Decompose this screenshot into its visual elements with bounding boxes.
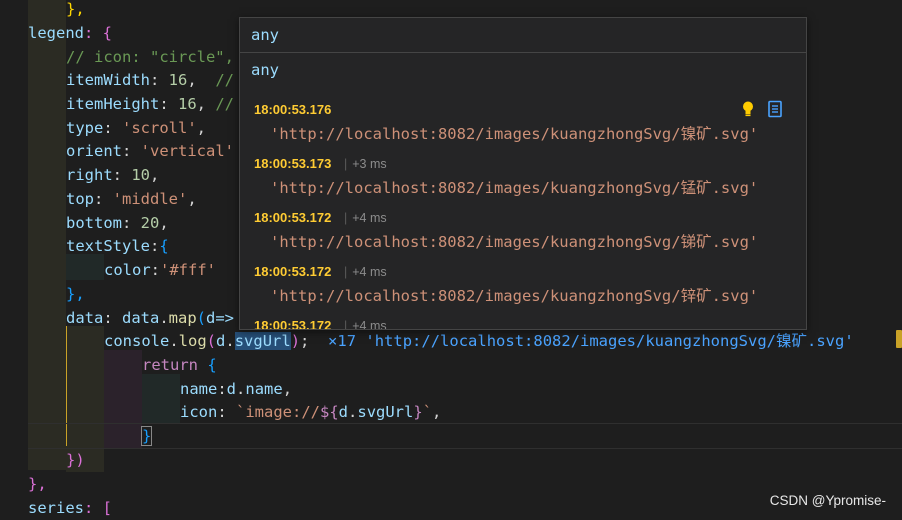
code-token: 'scroll' xyxy=(122,119,197,137)
code-line: orient: 'vertical' xyxy=(66,142,234,160)
code-token: icon xyxy=(180,403,218,421)
code-token: legend xyxy=(28,24,84,42)
code-line: top: 'middle', xyxy=(66,190,197,208)
code-line: console.log(d.svgUrl); ×17 'http://local… xyxy=(104,332,854,350)
current-line-highlight xyxy=(28,423,902,449)
code-line: right: 10, xyxy=(66,166,160,184)
code-comment: // icon: "circle", xyxy=(66,48,234,66)
log-message: 'http://localhost:8082/images/kuangzhong… xyxy=(270,233,759,251)
code-token: svgUrl xyxy=(357,403,414,421)
code-token: 10 xyxy=(131,166,151,184)
log-timestamp: 18:00:53.173 xyxy=(254,156,332,171)
code-token: : [ xyxy=(84,499,112,517)
code-token: '#fff' xyxy=(160,261,217,279)
log-timestamp: 18:00:53.172 xyxy=(254,264,332,279)
code-line: data: data.map(d=> xyxy=(66,309,235,327)
code-line: textStyle:{ xyxy=(66,237,169,255)
document-icon[interactable] xyxy=(767,100,783,118)
log-message: 'http://localhost:8082/images/kuangzhong… xyxy=(270,125,759,143)
code-token: ` xyxy=(422,403,433,421)
code-token: }) xyxy=(66,451,85,469)
log-entry[interactable]: 18:00:53.176 'http://localhost:8082/imag… xyxy=(240,100,806,154)
watermark: CSDN @Ypromise- xyxy=(769,493,886,508)
code-token: right xyxy=(66,166,113,184)
inline-log-count: ×17 xyxy=(328,332,357,350)
log-message: 'http://localhost:8082/images/kuangzhong… xyxy=(270,287,759,305)
code-line: name:d.name, xyxy=(180,380,293,398)
log-entry[interactable]: 18:00:53.172 | +4 ms 'http://localhost:80… xyxy=(240,262,806,316)
code-line: bottom: 20, xyxy=(66,214,169,232)
log-message: 'http://localhost:8082/images/kuangzhong… xyxy=(270,179,759,197)
code-token: bottom xyxy=(66,214,122,232)
log-timestamp: 18:00:53.172 xyxy=(254,210,332,225)
code-token: itemWidth xyxy=(66,71,150,89)
log-delta: | +4 ms xyxy=(344,265,387,279)
code-line: type: 'scroll', xyxy=(66,119,206,137)
code-token: 16 xyxy=(168,71,188,89)
code-line: color:'#fff' xyxy=(104,261,217,279)
indent-guide-band xyxy=(142,374,180,424)
code-line: }, xyxy=(66,282,85,306)
code-token: 'middle' xyxy=(112,190,188,208)
code-token: }, xyxy=(28,475,47,493)
code-token: textStyle xyxy=(66,237,150,255)
code-token: return xyxy=(142,356,198,374)
code-line: legend: { xyxy=(28,21,112,45)
log-delta: | +3 ms xyxy=(344,157,387,171)
code-token: name xyxy=(245,380,283,398)
code-token: data xyxy=(66,309,104,327)
code-token: : { xyxy=(84,24,112,42)
hover-type-signature: any xyxy=(240,18,806,53)
code-token: `image:// xyxy=(236,403,320,421)
code-line: } xyxy=(140,426,153,446)
log-timestamp: 18:00:53.176 xyxy=(254,102,332,117)
code-token: log xyxy=(178,332,207,350)
hourglass-icon xyxy=(896,330,902,348)
code-token: d xyxy=(226,380,237,398)
code-token: ${ xyxy=(320,403,339,421)
code-token: 'vertical' xyxy=(140,142,234,160)
code-comment: // xyxy=(215,95,235,113)
code-line: }, xyxy=(28,472,47,496)
code-token: d=> xyxy=(206,309,235,327)
code-line: itemHeight: 16, // xyxy=(66,95,235,113)
code-token: map xyxy=(168,309,197,327)
code-token: data xyxy=(122,309,160,327)
inline-log-value[interactable]: 'http://localhost:8082/images/kuangzhong… xyxy=(365,332,853,350)
code-token: type xyxy=(66,119,104,137)
code-token: series xyxy=(28,499,84,517)
code-token: color xyxy=(104,261,151,279)
code-line: // icon: "circle", xyxy=(66,45,234,69)
code-token: } xyxy=(413,403,423,421)
log-timestamp: 18:00:53.172 xyxy=(254,318,332,330)
code-line: return { xyxy=(142,356,217,374)
hover-tooltip[interactable]: any any 18:00:53.176 'http://localhost:8… xyxy=(239,17,807,330)
log-entry[interactable]: 18:00:53.172 | +4 ms 'http://localhost:80… xyxy=(240,208,806,262)
code-line: }, xyxy=(66,0,85,21)
code-token: svgUrl xyxy=(234,332,291,350)
code-token: d xyxy=(216,332,226,350)
code-token: itemHeight xyxy=(66,95,160,113)
code-token: top xyxy=(66,190,94,208)
code-token: name xyxy=(180,380,218,398)
code-line: series: [ xyxy=(28,496,112,520)
code-comment: // xyxy=(215,71,235,89)
log-delta: | +4 ms xyxy=(344,319,387,330)
log-delta: | +4 ms xyxy=(344,211,387,225)
code-line: }) xyxy=(66,448,85,472)
code-token: }, xyxy=(66,285,85,303)
code-token: orient xyxy=(66,142,122,160)
indent-guide-band xyxy=(28,0,66,470)
code-token: console xyxy=(104,332,170,350)
lightbulb-icon[interactable] xyxy=(740,100,756,118)
log-entry[interactable]: 18:00:53.172 | +4 ms xyxy=(240,316,806,330)
log-entry[interactable]: 18:00:53.173 | +3 ms 'http://localhost:80… xyxy=(240,154,806,208)
code-token: }, xyxy=(66,0,85,18)
code-token: 20 xyxy=(140,214,160,232)
hover-type-value: any xyxy=(251,61,279,79)
code-token: 16 xyxy=(178,95,197,113)
code-token: d xyxy=(338,403,349,421)
code-line: icon: `image://${d.svgUrl}`, xyxy=(180,403,442,421)
code-line: itemWidth: 16, // xyxy=(66,71,235,89)
